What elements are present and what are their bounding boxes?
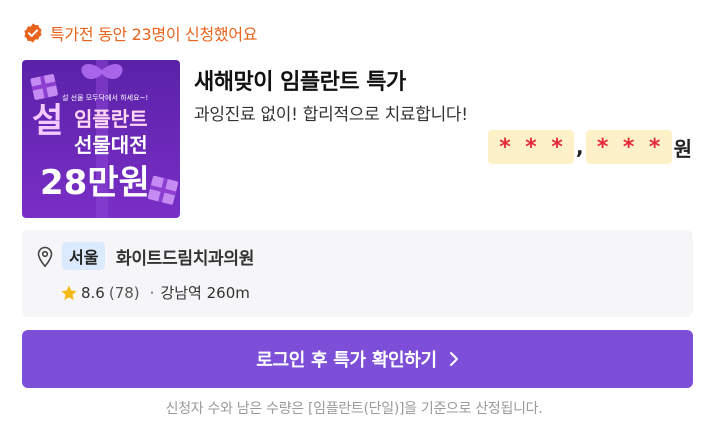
distance-text: 강남역 260m [160,284,250,302]
login-to-check-deal-button[interactable]: 로그인 후 특가 확인하기 [22,330,693,388]
thumb-line1-b: 임플란트 [74,107,148,131]
mask-char: * [596,134,609,160]
rating-value: 8.6 [81,283,105,302]
check-badge-icon [24,23,42,43]
location-pin-icon [37,246,53,268]
footnote: 신청자 수와 남은 수량은 [임플란트(단일)]을 기준으로 산정됩니다. [165,401,543,417]
mask-char: * [525,134,537,160]
rating-row: 8.6 (78) · 강남역 260m [60,282,250,303]
promo-image: 설 선물 모두닥에서 하세요~! 설 임플란트 선물대전 28만원 [22,60,180,218]
star-icon [61,285,77,300]
price-mask-group-1: * * * [487,130,574,164]
product-subtitle: 과잉진료 없이! 합리적으로 치료합니다! [194,105,468,125]
product-thumbnail[interactable]: 설 선물 모두닥에서 하세요~! 설 임플란트 선물대전 28만원 [22,60,180,218]
thumb-small-text: 설 선물 모두닥에서 하세요~! [62,93,148,102]
price-unit: 원 [673,136,692,161]
product-title[interactable]: 새해맞이 임플란트 특가 [194,64,406,96]
mask-char: * [499,134,511,160]
review-count: (78) [108,283,140,302]
mask-char: * [648,134,661,160]
separator-dot: · [149,283,155,302]
mask-char: * [622,134,635,160]
masked-price: * * * , * * * 원 [487,130,692,164]
thumb-line1-a: 설 [32,101,63,141]
price-separator: , [575,135,584,159]
mask-char: * [551,134,563,160]
applicants-text: 특가전 동안 23명이 신청했어요 [50,25,258,44]
chevron-right-icon [449,352,458,366]
region-chip: 서울 [62,242,106,270]
login-button-label: 로그인 후 특가 확인하기 [256,350,437,371]
thumb-line3: 28만원 [40,163,150,203]
thumb-line2: 선물대전 [74,133,148,157]
clinic-name[interactable]: 화이트드림치과의원 [116,244,254,269]
price-mask-group-2: * * * [585,130,672,164]
clinic-info-box[interactable]: 서울 화이트드림치과의원 8.6 (78) · 강남역 260m [22,230,693,317]
applicants-badge: 특가전 동안 23명이 신청했어요 [22,20,257,46]
